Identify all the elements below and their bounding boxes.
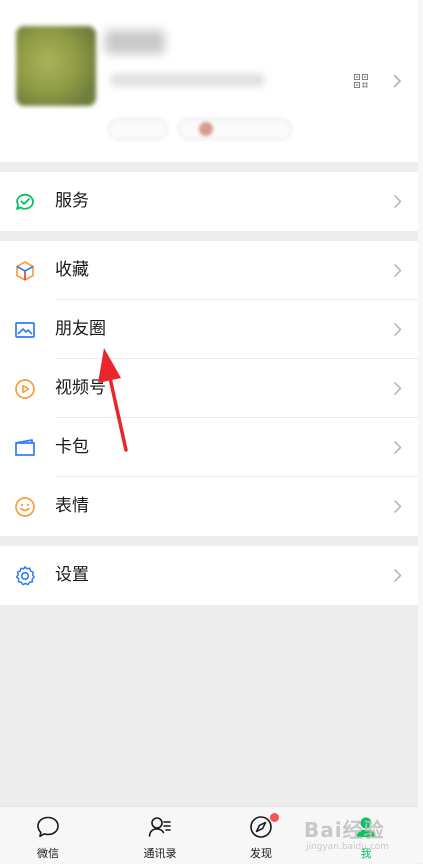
menu-item-settings[interactable]: 设置 [0, 546, 418, 605]
menu-item-favorites[interactable]: 收藏 [0, 241, 418, 300]
menu-item-channels[interactable]: 视频号 [0, 359, 418, 418]
tab-contacts[interactable]: 通讯录 [120, 807, 200, 864]
chat-bubble-icon [37, 816, 59, 838]
menu-item-label: 收藏 [55, 260, 89, 280]
watermark: Bai经验 jingyan.baidu.com [304, 812, 416, 856]
menu-item-stickers[interactable]: 表情 [0, 477, 418, 536]
chevron-right-icon [393, 263, 402, 278]
tab-discover[interactable]: 发现 [221, 807, 301, 864]
tab-chats[interactable]: 微信 [8, 807, 88, 864]
tab-label: 微信 [37, 847, 59, 860]
menu-item-label: 朋友圈 [55, 319, 106, 339]
me-page: 服务 收藏 朋友圈 视频号 卡包 表情 设置 微信 通讯录 发现 我 Bai经验… [0, 0, 418, 864]
sticker-smile-icon [13, 495, 37, 519]
profile-name-blurred [105, 30, 165, 54]
service-icon [13, 190, 37, 214]
menu-item-cards[interactable]: 卡包 [0, 418, 418, 477]
gear-icon [13, 564, 37, 588]
avatar[interactable] [16, 26, 96, 106]
menu-item-label: 视频号 [55, 378, 106, 398]
chevron-right-icon [393, 194, 402, 209]
channels-play-icon [13, 377, 37, 401]
watermark-sub: jingyan.baidu.com [306, 842, 390, 852]
profile-header[interactable] [0, 0, 418, 162]
favorites-cube-icon [13, 259, 37, 283]
chevron-right-icon [393, 322, 402, 337]
menu-item-label: 服务 [55, 191, 89, 211]
chevron-right-icon [393, 440, 402, 455]
card-wallet-icon [13, 436, 37, 460]
qr-code-icon[interactable] [354, 74, 368, 88]
chevron-right-icon [393, 499, 402, 514]
menu-item-label: 卡包 [55, 437, 89, 457]
profile-id-blurred [110, 74, 265, 86]
contacts-icon [148, 817, 171, 837]
friends-status-pill-blurred[interactable] [178, 118, 292, 140]
pill-avatar-dot [199, 122, 213, 136]
moments-image-icon [13, 318, 37, 342]
chevron-right-icon [393, 568, 402, 583]
right-edge [418, 0, 423, 863]
chevron-right-icon [393, 381, 402, 396]
menu-item-service[interactable]: 服务 [0, 172, 418, 231]
menu-item-moments[interactable]: 朋友圈 [0, 300, 418, 359]
menu-item-label: 表情 [55, 496, 89, 516]
features-card: 收藏 朋友圈 视频号 卡包 表情 [0, 241, 418, 536]
menu-item-label: 设置 [55, 565, 89, 585]
settings-card: 设置 [0, 546, 418, 605]
tab-label: 发现 [250, 847, 272, 860]
tab-label: 通讯录 [143, 847, 177, 860]
status-pill-blurred[interactable] [108, 118, 168, 140]
profile-chevron-right-icon [393, 74, 402, 88]
notification-dot [270, 813, 279, 822]
service-card: 服务 [0, 172, 418, 231]
watermark-main: Bai经验 [304, 818, 385, 842]
